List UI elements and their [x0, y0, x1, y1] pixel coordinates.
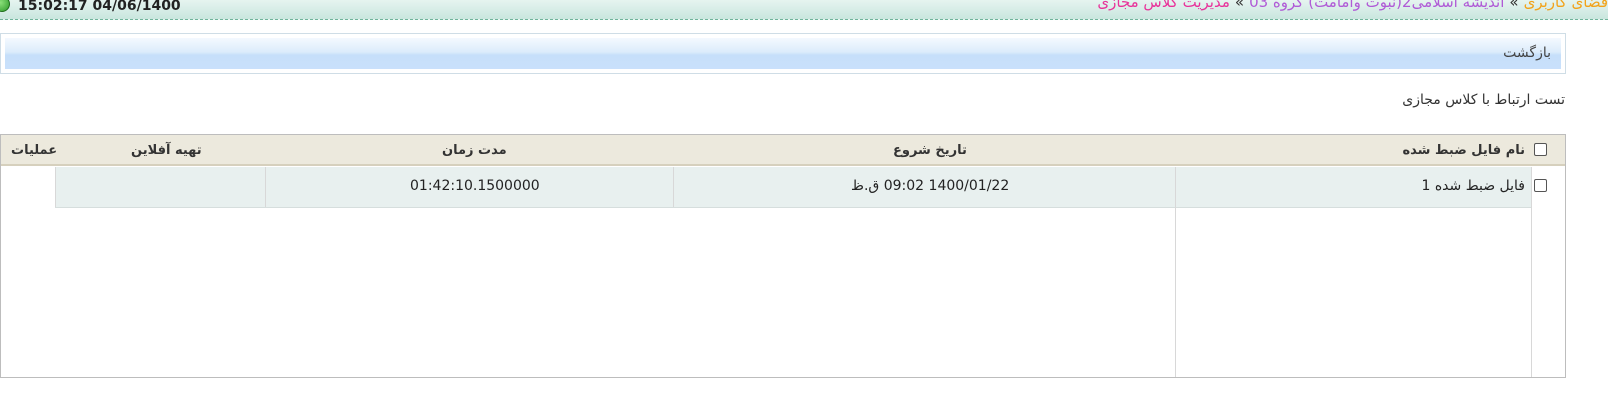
select-all-checkbox[interactable]: [1534, 143, 1547, 156]
cell-start-date: 1400/01/22 09:02 ق.ظ: [851, 178, 1010, 194]
cell-file-name[interactable]: فایل ضبط شده 1: [1421, 178, 1525, 194]
table-row: [55, 167, 1532, 208]
column-divider: [55, 167, 56, 207]
column-header-operations: عملیات: [11, 143, 58, 158]
breadcrumb-current: مدیریت کلاس مجازی: [1097, 0, 1230, 11]
column-header-file-name[interactable]: نام فایل ضبط شده: [1402, 143, 1525, 158]
recordings-table: نام فایل ضبط شده تاریخ شروع مدت زمان تهی…: [0, 134, 1566, 378]
breadcrumb-home-link[interactable]: فضای کاربری: [1524, 0, 1608, 11]
status-icon: [0, 0, 10, 12]
column-divider: [1531, 167, 1532, 377]
column-header-offline[interactable]: تهیه آفلاین: [131, 143, 202, 158]
row-checkbox[interactable]: [1534, 179, 1547, 192]
cell-duration: 01:42:10.1500000: [410, 178, 540, 194]
top-bar: 15:02:17 04/06/1400 فضای کاربری » اندیشه ا…: [0, 0, 1608, 20]
column-header-duration[interactable]: مدت زمان: [442, 143, 507, 158]
column-divider: [673, 167, 674, 207]
datetime: 15:02:17 04/06/1400: [18, 0, 181, 14]
breadcrumb: فضای کاربری » اندیشه اسلامی2(نبوت وامامت) …: [1097, 0, 1608, 11]
back-button[interactable]: بازگشت: [1503, 45, 1551, 61]
test-connection-link[interactable]: تست ارتباط با کلاس مجازی: [1402, 92, 1565, 108]
column-divider: [265, 167, 266, 207]
table-header: نام فایل ضبط شده تاریخ شروع مدت زمان تهی…: [1, 135, 1565, 166]
breadcrumb-separator: »: [1509, 0, 1519, 11]
column-header-start-date[interactable]: تاریخ شروع: [893, 143, 967, 158]
column-divider: [1175, 167, 1176, 377]
breadcrumb-course-link[interactable]: اندیشه اسلامی2(نبوت وامامت) گروه 03: [1249, 0, 1504, 11]
back-bar[interactable]: بازگشت: [5, 38, 1561, 69]
back-panel: بازگشت: [0, 33, 1566, 74]
breadcrumb-separator: »: [1234, 0, 1245, 11]
